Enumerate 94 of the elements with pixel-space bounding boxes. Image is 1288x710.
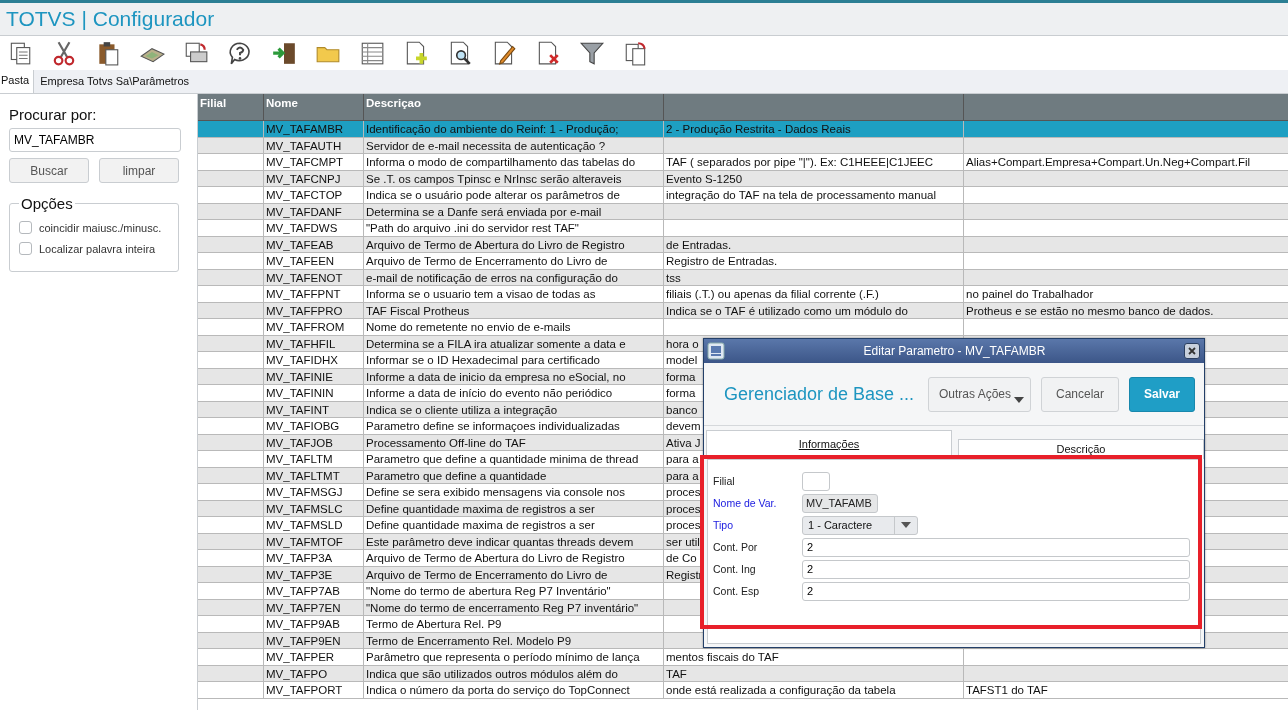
table-cell: MV_TAFHFIL — [264, 335, 364, 351]
field-label: Tipo — [713, 519, 735, 531]
table-cell: Indica o número da porta do serviço do TopConnect — [364, 682, 664, 698]
table-cell: MV_TAFPO — [264, 665, 364, 681]
table-cell: Indica se o cliente utiliza a integração — [364, 401, 664, 417]
table-cell: Arquivo de Termo de Abertura do Livro de Registro — [364, 550, 664, 566]
table-cell: MV_TAFP3E — [264, 566, 364, 582]
table-cell: e-mail de notificação de erros na configuração do — [364, 269, 664, 285]
table-cell: MV_TAFAUTH — [264, 137, 364, 153]
table-cell: MV_TAFININ — [264, 385, 364, 401]
table-cell: Evento S-1250 — [664, 170, 964, 186]
table-cell: Termo de Encerramento Rel. Modelo P9 — [364, 632, 664, 648]
table-cell: MV_TAFCMPT — [264, 154, 364, 170]
table-cell-text: no painel do Trabalhador — [965, 287, 1095, 302]
table-cell: MV_TAFIDHX — [264, 352, 364, 368]
table-cell: integração do TAF na tela de processamento manual — [664, 187, 964, 203]
table-cell: TAF — [664, 665, 964, 681]
table-cell: Parametro define se informaçoes individualizadas — [364, 418, 664, 434]
table-cell: MV_TAFFPRO — [264, 302, 364, 318]
table-cell: Informe a data de inicio da empresa no eSocial, no — [364, 368, 664, 384]
table-cell: MV_TAFP3A — [264, 550, 364, 566]
table-cell: Define quantidade maxima de registros a ser — [364, 517, 664, 533]
app-title: TOTVS | Configurador — [6, 7, 215, 31]
table-cell: 2 - Produção Restrita - Dados Reais — [664, 121, 964, 137]
table-cell: Parametro que define a quantidade minima de thread — [364, 451, 664, 467]
table-cell: MV_TAFP7AB — [264, 583, 364, 599]
table-cell: tss — [664, 269, 964, 285]
table-cell: TAF ( separados por pipe "|"). Ex: C1HEEE|C1JEEC — [664, 154, 964, 170]
table-cell: Registro de Entradas. — [664, 253, 964, 269]
table-cell: Arquivo de Termo de Abertura do Livro de Registro — [364, 236, 664, 252]
table-cell-text: Protheus e se estão no mesmo banco de dados. — [965, 303, 1215, 318]
table-cell: MV_TAFENOT — [264, 269, 364, 285]
table-cell: Se .T. os campos Tpinsc e NrInsc serão alteraveis — [364, 170, 664, 186]
table-cell: Parametro que define a quantidade — [364, 467, 664, 483]
table-cell: Informar se o ID Hexadecimal para certificado — [364, 352, 664, 368]
table-cell: Indica que são utilizados outros módulos além do — [364, 665, 664, 681]
table-cell: MV_TAFAMBR — [264, 121, 364, 137]
table-cell: MV_TAFCNPJ — [264, 170, 364, 186]
table-cell: MV_TAFPER — [264, 649, 364, 665]
table-cell: filiais (.T.) ou apenas da filial corrente (.F.) — [664, 286, 964, 302]
table-cell: Define quantidade maxima de registros a ser — [364, 500, 664, 516]
table-cell: MV_TAFINIE — [264, 368, 364, 384]
table-cell: Determina se a FILA ira atualizar somente a data e — [364, 335, 664, 351]
options-title: Opções — [20, 195, 74, 212]
table-cell: Parâmetro que representa o período mínimo de lança — [364, 649, 664, 665]
table-cell: MV_TAFFROM — [264, 319, 364, 335]
field-label: Cont. Esp — [713, 585, 761, 597]
table-cell: MV_TAFDWS — [264, 220, 364, 236]
table-cell: MV_TAFCTOP — [264, 187, 364, 203]
table-cell: MV_TAFDANF — [264, 203, 364, 219]
table-cell: MV_TAFEAB — [264, 236, 364, 252]
table-cell: Identificação do ambiente do Reinf: 1 - Produção; — [364, 121, 664, 137]
table-cell: MV_TAFP9AB — [264, 616, 364, 632]
table-cell: "Nome do termo de abertura Reg P7 Inventário" — [364, 583, 664, 599]
table-cell: Servidor de e-mail necessita de autenticação ? — [364, 137, 664, 153]
table-cell: MV_TAFP9EN — [264, 632, 364, 648]
table-cell: MV_TAFEEN — [264, 253, 364, 269]
table-cell: MV_TAFMTOF — [264, 533, 364, 549]
table-cell: Informa o modo de compartilhamento das tabelas do — [364, 154, 664, 170]
table-cell: MV_TAFP7EN — [264, 599, 364, 615]
table-cell: Arquivo de Termo de Encerramento do Livro de — [364, 566, 664, 582]
search-label: Procurar por: — [9, 106, 98, 123]
table-cell: Indica se o TAF é utilizado como um módulo do — [664, 302, 964, 318]
table-cell: Indica se o usuário pode alterar os parâmetros de — [364, 187, 664, 203]
table-cell: MV_TAFPORT — [264, 682, 364, 698]
table-cell-text: TAFST1 do TAF — [965, 683, 1049, 698]
table-cell: Determina se a Danfe será enviada por e-mail — [364, 203, 664, 219]
table-cell: Arquivo de Termo de Encerramento do Livro de — [364, 253, 664, 269]
table-cell: "Nome do termo de encerramento Reg P7 inventário" — [364, 599, 664, 615]
table-cell: mentos fiscais do TAF — [664, 649, 964, 665]
table-cell: "Path do arquivo .ini do servidor rest TAF" — [364, 220, 664, 236]
table-cell: MV_TAFMSLC — [264, 500, 364, 516]
table-cell: MV_TAFIOBG — [264, 418, 364, 434]
table-cell: Este parâmetro deve indicar quantas threads devem — [364, 533, 664, 549]
table-cell: MV_TAFJOB — [264, 434, 364, 450]
table-cell: Termo de Abertura Rel. P9 — [364, 616, 664, 632]
table-cell-text: Alias+Compart.Empresa+Compart.Un.Neg+Compart.Fil — [965, 155, 1252, 170]
table-cell: TAF Fiscal Protheus — [364, 302, 664, 318]
table-cell: Informa se o usuario tem a visao de todas as — [364, 286, 664, 302]
table-cell: Informe a data de início do evento não periódico — [364, 385, 664, 401]
field-label: Nome de Var. — [713, 497, 778, 509]
table-cell: MV_TAFMSGJ — [264, 484, 364, 500]
table-cell: MV_TAFINT — [264, 401, 364, 417]
table-cell: de Entradas. — [664, 236, 964, 252]
table-cell: Nome do remetente no envio de e-mails — [364, 319, 664, 335]
table-cell: MV_TAFLTM — [264, 451, 364, 467]
table-cell: Processamento Off-line do TAF — [364, 434, 664, 450]
folder-path: Empresa Totvs Sa\Parâmetros — [39, 74, 190, 89]
table-cell: MV_TAFLTMT — [264, 467, 364, 483]
table-cell: onde está realizada a configuração da tabela — [664, 682, 964, 698]
field-label: Cont. Ing — [713, 563, 757, 575]
table-cell: MV_TAFMSLD — [264, 517, 364, 533]
table-cell: MV_TAFFPNT — [264, 286, 364, 302]
table-cell: Define se sera exibido mensagens via console nos — [364, 484, 664, 500]
